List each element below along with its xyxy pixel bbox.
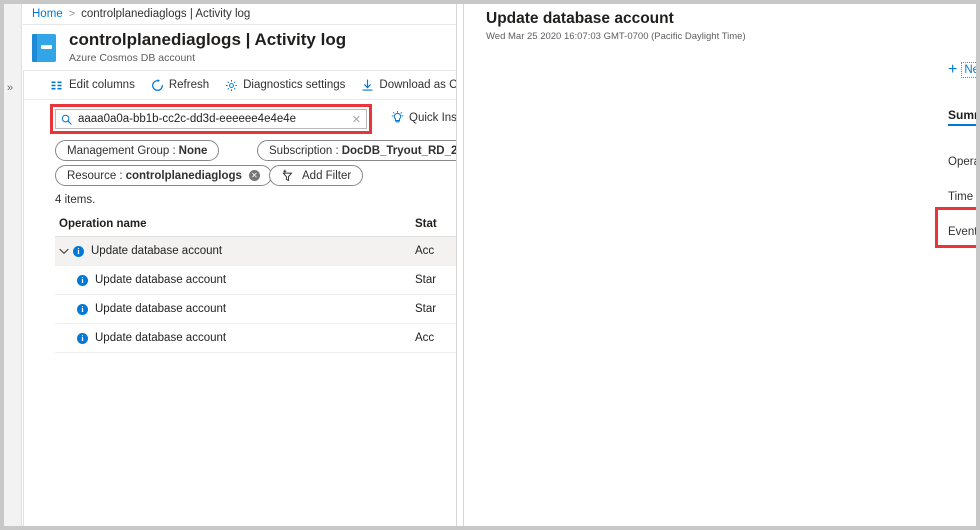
add-filter-button[interactable]: Add Filter xyxy=(269,165,363,186)
refresh-button[interactable]: Refresh xyxy=(151,79,209,92)
close-icon[interactable]: ✕ xyxy=(348,113,361,126)
download-icon xyxy=(361,79,374,92)
page-subtitle: Azure Cosmos DB account xyxy=(69,51,346,65)
column-header-status[interactable]: Stat xyxy=(415,218,456,230)
chevron-down-icon[interactable] xyxy=(55,248,73,255)
summary-key: Operation name xyxy=(948,156,976,168)
filter-pill-management-group[interactable]: Management Group : None xyxy=(55,140,219,161)
gear-icon xyxy=(225,79,238,92)
diagnostics-settings-label: Diagnostics settings xyxy=(243,79,345,91)
info-icon: i xyxy=(77,333,88,344)
info-icon: i xyxy=(73,246,84,257)
info-icon: i xyxy=(77,304,88,315)
command-bar: Edit columns Refresh xyxy=(24,71,456,100)
filter-pills-row-2: Resource : controlplanediaglogs ✕ Add Fi… xyxy=(24,165,456,189)
row-status: Star xyxy=(415,303,456,315)
filter-pills-row-1: Management Group : None Subscription : D… xyxy=(24,140,456,164)
activity-log-table: Operation name Stat i Update database ac… xyxy=(55,212,456,460)
quick-insights-button[interactable]: Quick Insights xyxy=(391,111,456,125)
edit-columns-button[interactable]: Edit columns xyxy=(51,79,135,91)
new-alert-rule-label[interactable]: New alert rule xyxy=(963,64,976,76)
edit-columns-label: Edit columns xyxy=(69,79,135,91)
download-as-csv-label: Download as C xyxy=(379,79,456,91)
info-icon: i xyxy=(77,275,88,286)
tab-summary[interactable]: Summary xyxy=(948,108,976,126)
refresh-icon xyxy=(151,79,164,92)
table-row[interactable]: i Update database account Star xyxy=(55,266,456,295)
filter-pill-value: controlplanediaglogs xyxy=(126,170,242,182)
search-row: aaaa0a0a-bb1b-cc2c-dd3d-eeeeee4e4e4e ✕ xyxy=(24,100,456,137)
detail-tabs: Summary JSON Change history (Preview) xyxy=(948,104,976,126)
filter-pill-resource[interactable]: Resource : controlplanediaglogs ✕ xyxy=(55,165,272,186)
detail-title: Update database account xyxy=(486,10,674,28)
table-row[interactable]: i Update database account Star xyxy=(55,295,456,324)
refresh-label: Refresh xyxy=(169,79,209,91)
cosmos-db-icon xyxy=(32,33,60,63)
lightbulb-icon xyxy=(391,111,404,125)
magnifier-icon xyxy=(61,114,72,125)
summary-key: Event initiated by xyxy=(948,226,976,238)
summary-row-operation-name: Operation name Update database account xyxy=(464,144,976,179)
breadcrumb-separator-icon: > xyxy=(69,8,75,20)
summary-panel: Operation name Update database account T… xyxy=(464,144,976,249)
event-detail-blade: Update database account Wed Mar 25 2020 … xyxy=(464,4,976,526)
detail-timestamp-subtitle: Wed Mar 25 2020 16:07:03 GMT-0700 (Pacif… xyxy=(486,31,746,42)
row-operation-name: Update database account xyxy=(95,332,226,344)
activity-log-blade: » Home > controlplanediaglogs | Activity… xyxy=(4,4,456,526)
plus-icon: + xyxy=(948,63,957,77)
items-count: 4 items. xyxy=(55,194,95,206)
filter-pill-subscription[interactable]: Subscription : DocDB_Tryout_RD_201704 xyxy=(257,140,456,161)
column-header-operation-name[interactable]: Operation name xyxy=(55,218,415,230)
quick-insights-label: Quick Insights xyxy=(409,112,456,124)
filter-pill-key: Management Group : xyxy=(67,145,176,157)
row-operation-name: Update database account xyxy=(95,274,226,286)
summary-row-event-initiated-by: Event initiated by user@contoso.com xyxy=(464,214,976,249)
page-title: controlplanediaglogs | Activity log xyxy=(69,30,346,50)
filter-pill-value: None xyxy=(179,145,208,157)
filter-pill-key: Subscription : xyxy=(269,145,339,157)
summary-key: Time stamp xyxy=(948,191,976,203)
row-operation-name: Update database account xyxy=(91,245,222,257)
row-status: Acc xyxy=(415,245,456,257)
breadcrumb-home-link[interactable]: Home xyxy=(32,8,63,20)
diagnostics-settings-button[interactable]: Diagnostics settings xyxy=(225,79,345,92)
table-row[interactable]: i Update database account Acc xyxy=(55,324,456,353)
blade-body: Edit columns Refresh xyxy=(23,70,456,526)
azure-portal-screenshot: » Home > controlplanediaglogs | Activity… xyxy=(0,0,980,530)
chevron-double-right-icon[interactable]: » xyxy=(7,83,13,94)
close-circle-icon[interactable]: ✕ xyxy=(249,170,260,181)
summary-row-time-stamp: Time stamp Wed Mar 25 2020 16:07:03 GMT-… xyxy=(464,179,976,214)
pane-divider[interactable] xyxy=(456,4,464,526)
blade-header: controlplanediaglogs | Activity log Azur… xyxy=(23,25,456,70)
search-input[interactable]: aaaa0a0a-bb1b-cc2c-dd3d-eeeeee4e4e4e ✕ xyxy=(55,109,367,129)
add-filter-icon xyxy=(281,169,297,182)
table-header-row: Operation name Stat xyxy=(55,212,456,237)
row-operation-name: Update database account xyxy=(95,303,226,315)
collapsed-sidebar[interactable]: » xyxy=(4,4,22,526)
add-filter-label: Add Filter xyxy=(302,170,351,182)
breadcrumb-current: controlplanediaglogs | Activity log xyxy=(81,8,250,20)
breadcrumb: Home > controlplanediaglogs | Activity l… xyxy=(23,4,456,25)
filter-pill-key: Resource : xyxy=(67,170,123,182)
columns-icon xyxy=(51,80,64,91)
filter-pill-value: DocDB_Tryout_RD_201704 xyxy=(342,145,456,157)
row-status: Acc xyxy=(415,332,456,344)
row-status: Star xyxy=(415,274,456,286)
search-input-value[interactable]: aaaa0a0a-bb1b-cc2c-dd3d-eeeeee4e4e4e xyxy=(78,113,348,125)
table-row[interactable]: i Update database account Acc xyxy=(55,237,456,266)
download-as-csv-button[interactable]: Download as C xyxy=(361,79,456,92)
new-alert-rule-button[interactable]: + New alert rule xyxy=(948,63,976,77)
